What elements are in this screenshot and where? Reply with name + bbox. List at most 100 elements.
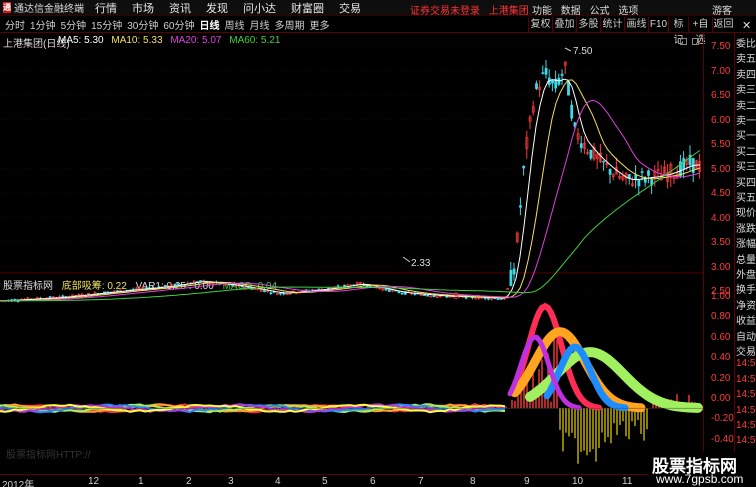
candle-body bbox=[535, 83, 538, 89]
price-label: 4.50 bbox=[711, 188, 731, 199]
x-label-4: 4 bbox=[275, 476, 281, 487]
period-intraday[interactable]: 分时 bbox=[5, 17, 25, 32]
menu-ask[interactable]: 问小达 bbox=[243, 0, 276, 16]
candle-body bbox=[544, 68, 548, 75]
period-60min[interactable]: 60分钟 bbox=[163, 17, 194, 32]
candle-body bbox=[499, 298, 503, 300]
period-multi[interactable]: 多周期 bbox=[275, 17, 305, 32]
close-icon[interactable]: ✕ bbox=[742, 19, 751, 32]
notice-login[interactable]: 证券交易未登录 bbox=[410, 6, 480, 17]
candle-body bbox=[423, 294, 426, 296]
side-item-25: 14:50 bbox=[736, 420, 756, 431]
tab-adjust[interactable]: 复权 bbox=[528, 17, 552, 33]
price-label: 7.50 bbox=[711, 41, 731, 52]
side-item-13: 涨幅 bbox=[736, 239, 756, 251]
side-item-16: 换手 bbox=[736, 285, 756, 297]
candle-body bbox=[400, 292, 404, 295]
event-marker: S bbox=[453, 291, 459, 301]
time-axis: 2012年 12 1 2 3 4 5 6 7 8 9 10 11 bbox=[0, 474, 703, 487]
high-annotation: 7.50 bbox=[564, 46, 593, 57]
tab-back[interactable]: 返回 bbox=[712, 17, 734, 33]
tool-data[interactable]: 数据 bbox=[561, 6, 581, 17]
tab-stats[interactable]: 统计 bbox=[600, 17, 624, 33]
side-item-10: 买五 bbox=[736, 193, 756, 204]
x-label-6: 6 bbox=[370, 476, 376, 487]
period-more[interactable]: 更多 bbox=[310, 17, 330, 32]
x-label-5: 5 bbox=[322, 476, 328, 487]
candle-body bbox=[176, 283, 180, 285]
menu-market[interactable]: 市场 bbox=[132, 0, 154, 16]
kline-chart[interactable]: 7.50 2.33 S bbox=[0, 33, 703, 474]
tab-mark[interactable]: 标记 bbox=[668, 17, 688, 46]
indicator-label: 1.00 bbox=[711, 291, 731, 302]
x-label-9: 9 bbox=[524, 476, 530, 487]
indicator-label: 0.00 bbox=[711, 393, 731, 404]
tab-f10[interactable]: F10 bbox=[648, 17, 668, 33]
tool-function[interactable]: 功能 bbox=[532, 6, 552, 17]
side-item-7: 买二 bbox=[736, 146, 756, 158]
side-item-22: 14:50 bbox=[736, 373, 756, 385]
menu-news[interactable]: 资讯 bbox=[169, 0, 191, 16]
indicator-label: -0.20 bbox=[711, 413, 734, 425]
candle-body bbox=[541, 72, 545, 74]
candle-body bbox=[682, 158, 686, 170]
ma-lines bbox=[0, 78, 701, 302]
logo-icon: 通 bbox=[3, 2, 11, 13]
menu-trade[interactable]: 交易 bbox=[339, 0, 361, 16]
period-monthly[interactable]: 月线 bbox=[250, 17, 270, 32]
candle-body bbox=[567, 81, 570, 96]
menu-discover[interactable]: 发现 bbox=[206, 0, 228, 16]
candle-body bbox=[163, 284, 167, 287]
period-daily[interactable]: 日线 bbox=[200, 17, 220, 32]
candle-body bbox=[640, 171, 644, 173]
menu-quotes[interactable]: 行情 bbox=[95, 0, 117, 16]
tab-overlay[interactable]: 叠加 bbox=[552, 17, 576, 33]
side-item-8: 买三 bbox=[736, 162, 756, 174]
side-item-26: 14:50 bbox=[736, 435, 756, 447]
side-item-11: 现价 bbox=[736, 208, 756, 220]
period-30min[interactable]: 30分钟 bbox=[127, 17, 158, 32]
tab-add-watch[interactable]: +自选 bbox=[688, 17, 712, 46]
indicator-label: 0.20 bbox=[711, 372, 731, 384]
tab-multi-stock[interactable]: 多股 bbox=[576, 17, 600, 33]
side-item-1: 卖五 bbox=[736, 54, 756, 66]
price-label: 7.00 bbox=[711, 65, 731, 77]
ma60-line bbox=[0, 150, 701, 302]
period-weekly[interactable]: 周线 bbox=[225, 17, 245, 32]
candle-body bbox=[426, 294, 430, 297]
ma20-line bbox=[0, 99, 701, 302]
candle-body bbox=[269, 292, 273, 295]
candle-body bbox=[647, 170, 650, 176]
side-item-24: 14:50 bbox=[736, 404, 756, 416]
menu-bar: 通 通达信金融终端 行情 市场 资讯 发现 问小达 财富圈 交易 证券交易未登录… bbox=[0, 0, 756, 17]
tool-menu: 功能 数据 公式 选项 bbox=[532, 2, 644, 17]
side-item-0: 委比 bbox=[736, 39, 756, 50]
side-item-6: 买一 bbox=[736, 131, 756, 143]
tab-draw[interactable]: 画线 bbox=[624, 17, 648, 33]
app-title: 通达信金融终端 bbox=[14, 4, 84, 15]
tool-formula[interactable]: 公式 bbox=[590, 6, 610, 17]
side-item-4: 卖二 bbox=[736, 100, 756, 112]
indicator-watermark: 股票指标网HTTP:// bbox=[6, 450, 91, 461]
x-label-year: 2012年 bbox=[2, 480, 35, 487]
x-label-7: 7 bbox=[418, 476, 424, 487]
period-1min[interactable]: 1分钟 bbox=[30, 17, 56, 32]
indicator-bands bbox=[0, 302, 703, 414]
menu-wealth[interactable]: 财富圈 bbox=[291, 0, 324, 16]
side-item-12: 涨跌 bbox=[736, 223, 756, 235]
candle-body bbox=[263, 289, 266, 293]
candle-body bbox=[61, 295, 65, 298]
candle-body bbox=[560, 73, 564, 76]
period-15min[interactable]: 15分钟 bbox=[91, 17, 122, 32]
candle-body bbox=[336, 285, 340, 288]
candle-body bbox=[522, 165, 526, 169]
tool-options[interactable]: 选项 bbox=[618, 6, 638, 17]
high-label: 7.50 bbox=[573, 46, 593, 57]
notice-stock[interactable]: 上港集团 bbox=[489, 6, 529, 17]
price-label: 3.50 bbox=[711, 237, 731, 248]
period-5min[interactable]: 5分钟 bbox=[61, 17, 87, 32]
price-label: 5.00 bbox=[711, 163, 731, 175]
candle-body bbox=[512, 268, 516, 275]
site-badge: 股票指标网 www.7gpsb.com bbox=[648, 452, 756, 487]
guest-label[interactable]: 游客 bbox=[712, 2, 732, 17]
